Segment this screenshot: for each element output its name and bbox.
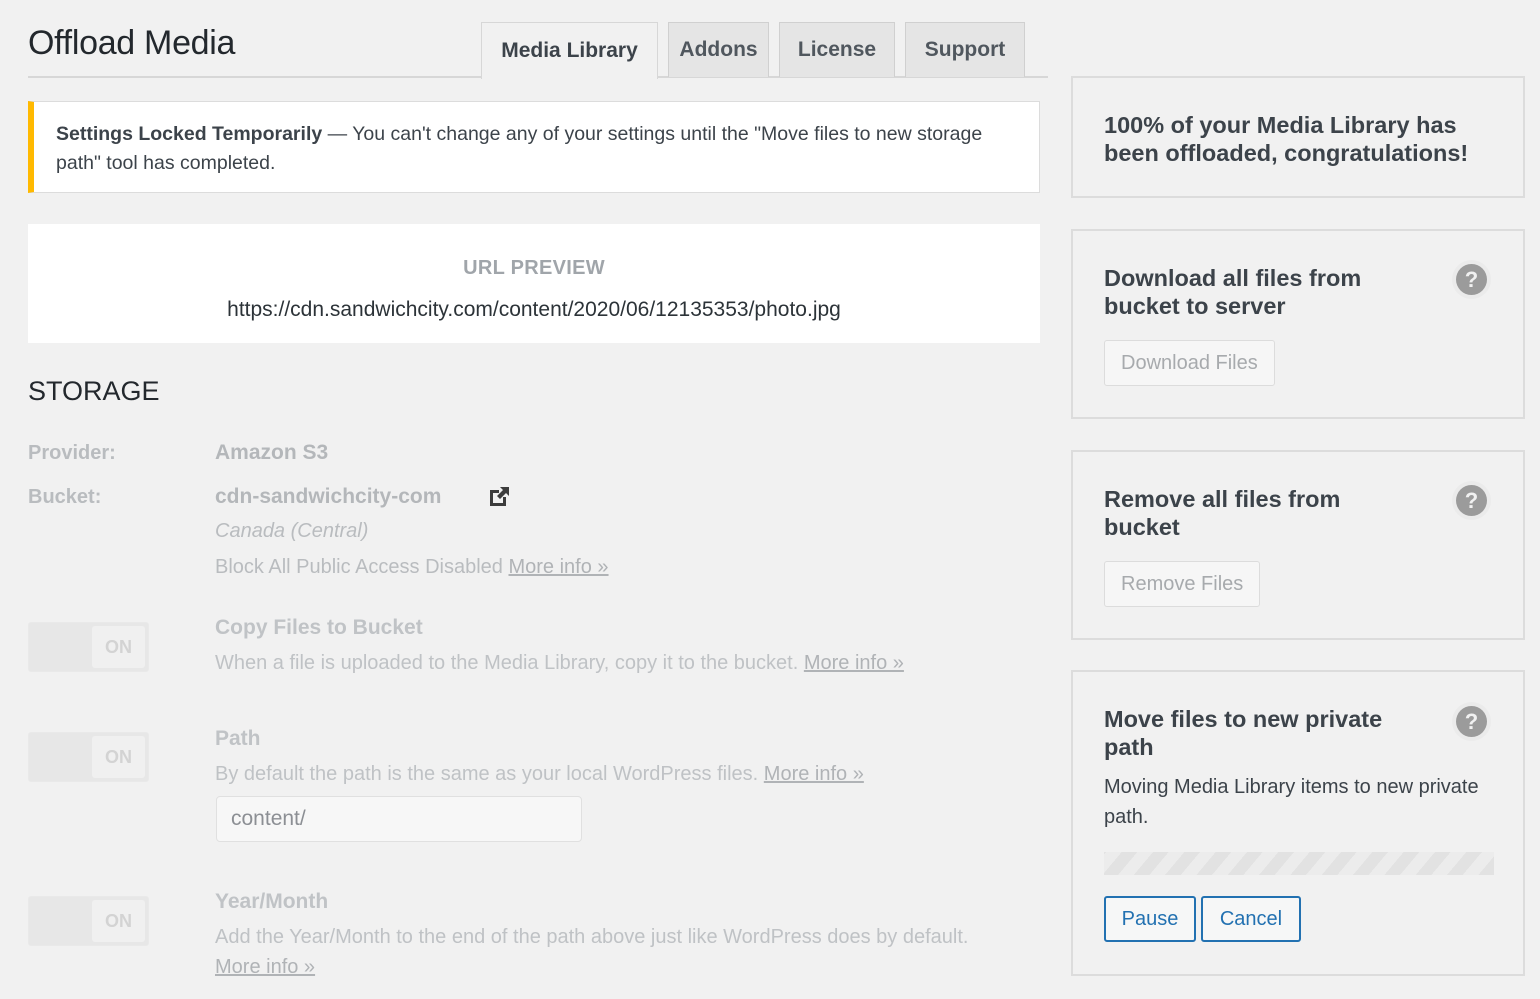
- toggle-state-label: ON: [92, 736, 145, 778]
- notice-title: Settings Locked Temporarily: [56, 123, 323, 145]
- move-progress-bar: [1104, 852, 1494, 875]
- help-icon[interactable]: ?: [1456, 706, 1487, 737]
- path-input[interactable]: [216, 796, 582, 842]
- offload-status-text: 100% of your Media Library has been offl…: [1104, 112, 1469, 166]
- copy-files-description: When a file is uploaded to the Media Lib…: [215, 648, 1035, 678]
- provider-value: Amazon S3: [215, 441, 329, 464]
- bucket-label: Bucket:: [28, 486, 102, 508]
- notice-separator: —: [322, 123, 353, 145]
- path-toggle[interactable]: ON: [28, 732, 149, 782]
- download-files-panel: Download all files from bucket to server…: [1071, 229, 1525, 419]
- url-preview-value: https://cdn.sandwichcity.com/content/202…: [227, 298, 841, 321]
- remove-files-button[interactable]: Remove Files: [1104, 561, 1261, 607]
- help-icon[interactable]: ?: [1456, 264, 1487, 295]
- year-month-more-info-link[interactable]: More info »: [215, 956, 315, 978]
- toggle-state-label: ON: [92, 900, 145, 942]
- toggle-state-label: ON: [92, 626, 145, 668]
- settings-locked-notice: Settings Locked Temporarily — You can't …: [28, 101, 1040, 193]
- tab-addons[interactable]: Addons: [668, 22, 769, 77]
- offload-status-panel: 100% of your Media Library has been offl…: [1071, 76, 1525, 198]
- storage-section-title: STORAGE: [28, 376, 160, 406]
- copy-files-description-text: When a file is uploaded to the Media Lib…: [215, 652, 799, 674]
- year-month-toggle[interactable]: ON: [28, 896, 149, 946]
- move-files-panel: Move files to new private path ? Moving …: [1071, 670, 1525, 976]
- tab-media-library[interactable]: Media Library: [481, 22, 658, 79]
- bucket-region: Canada (Central): [215, 520, 369, 542]
- path-description: By default the path is the same as your …: [215, 759, 1035, 789]
- cancel-button[interactable]: Cancel: [1201, 896, 1301, 942]
- move-panel-description: Moving Media Library items to new privat…: [1104, 776, 1479, 828]
- path-more-info-link[interactable]: More info »: [764, 763, 864, 785]
- copy-files-toggle[interactable]: ON: [28, 622, 149, 672]
- path-description-text: By default the path is the same as your …: [215, 763, 759, 785]
- page-title: Offload Media: [28, 24, 236, 62]
- tab-support[interactable]: Support: [905, 22, 1025, 77]
- provider-label: Provider:: [28, 442, 116, 464]
- tab-license[interactable]: License: [779, 22, 895, 77]
- public-access-text: Block All Public Access Disabled: [215, 556, 503, 578]
- download-panel-title: Download all files from bucket to server: [1104, 265, 1362, 319]
- public-access-more-info-link[interactable]: More info »: [508, 556, 608, 578]
- public-access-status: Block All Public Access Disabled More in…: [215, 556, 609, 579]
- pause-button[interactable]: Pause: [1104, 896, 1196, 942]
- year-month-description: Add the Year/Month to the end of the pat…: [215, 922, 1035, 982]
- remove-panel-title: Remove all files from bucket: [1104, 486, 1341, 540]
- year-month-description-text: Add the Year/Month to the end of the pat…: [215, 926, 969, 948]
- download-files-button[interactable]: Download Files: [1104, 340, 1275, 386]
- copy-files-more-info-link[interactable]: More info »: [804, 652, 904, 674]
- url-preview-box: URL PREVIEW https://cdn.sandwichcity.com…: [28, 224, 1040, 343]
- bucket-value: cdn-sandwichcity-com: [215, 485, 442, 508]
- remove-files-panel: Remove all files from bucket ? Remove Fi…: [1071, 450, 1525, 640]
- year-month-title: Year/Month: [215, 890, 329, 913]
- path-title: Path: [215, 727, 261, 750]
- move-panel-title: Move files to new private path: [1104, 706, 1383, 760]
- url-preview-label: URL PREVIEW: [463, 257, 605, 279]
- copy-files-title: Copy Files to Bucket: [215, 616, 423, 639]
- external-link-icon[interactable]: [487, 485, 511, 509]
- help-icon[interactable]: ?: [1456, 485, 1487, 516]
- nav-tabs: Media Library Addons License Support: [481, 22, 1025, 79]
